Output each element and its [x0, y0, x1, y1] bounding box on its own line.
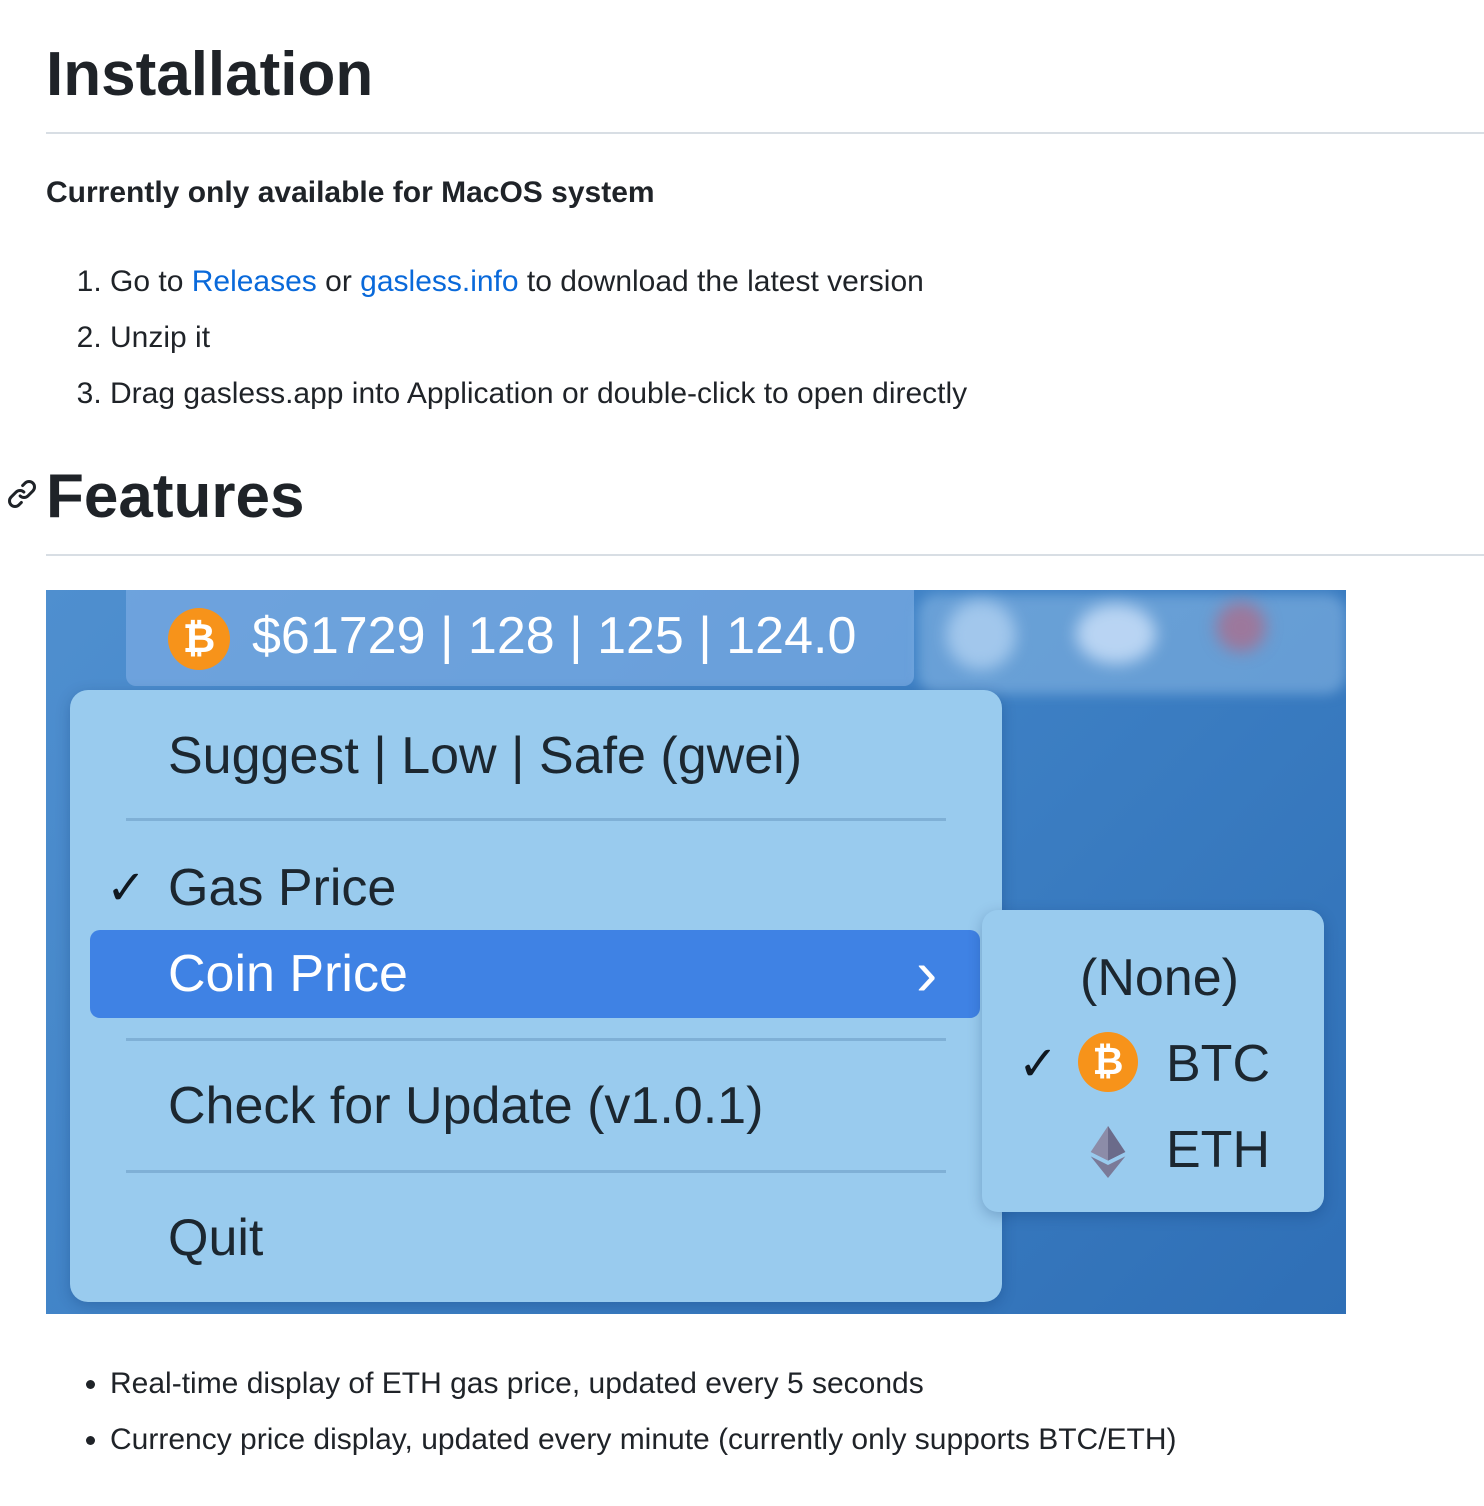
- blurred-icon: [1216, 602, 1266, 652]
- menu-item-coin-price[interactable]: Coin Price: [168, 944, 408, 1004]
- bitcoin-icon: ₿: [1078, 1032, 1138, 1092]
- features-heading: Features: [46, 462, 305, 531]
- menu-item-check-update[interactable]: Check for Update (v1.0.1): [168, 1076, 763, 1136]
- step-text: Go to: [110, 265, 192, 298]
- submenu-item-eth[interactable]: ETH: [1166, 1120, 1270, 1180]
- menu-separator: [126, 1038, 946, 1041]
- heading-divider: [46, 132, 1484, 134]
- checkmark-icon: ✓: [106, 862, 147, 915]
- menu-item-quit[interactable]: Quit: [168, 1208, 263, 1268]
- menubar-price-text: $61729 | 128 | 125 | 124.0: [252, 607, 857, 665]
- features-list: Real-time display of ETH gas price, upda…: [0, 1356, 1177, 1468]
- list-item: Currency price display, updated every mi…: [110, 1412, 1177, 1468]
- chevron-right-icon: ›: [916, 937, 938, 1009]
- blurred-icon: [946, 600, 1016, 670]
- blurred-icon: [1076, 604, 1156, 664]
- checkmark-icon: ✓: [1018, 1038, 1059, 1091]
- menu-separator: [126, 1170, 946, 1173]
- ethereum-icon: [1090, 1126, 1126, 1178]
- submenu-item-none[interactable]: (None): [1080, 948, 1239, 1008]
- list-item: Drag gasless.app into Application or dou…: [110, 366, 967, 422]
- releases-link[interactable]: Releases: [192, 265, 317, 298]
- availability-note: Currently only available for MacOS syste…: [46, 176, 655, 209]
- installation-steps: Go to Releases or gasless.info to downlo…: [0, 254, 967, 422]
- list-item: Go to Releases or gasless.info to downlo…: [110, 254, 967, 310]
- bitcoin-icon: ₿: [168, 608, 230, 670]
- menu-separator: [126, 818, 946, 821]
- list-item: Unzip it: [110, 310, 967, 366]
- app-screenshot: ₿ $61729 | 128 | 125 | 124.0 Suggest | L…: [46, 590, 1346, 1314]
- installation-heading: Installation: [46, 40, 374, 109]
- list-item: Real-time display of ETH gas price, upda…: [110, 1356, 1177, 1412]
- gasless-info-link[interactable]: gasless.info: [360, 265, 518, 298]
- submenu-item-btc[interactable]: BTC: [1166, 1034, 1270, 1094]
- dropdown-menu: Suggest | Low | Safe (gwei) ✓ Gas Price …: [70, 690, 1002, 1302]
- step-text: to download the latest version: [518, 265, 924, 298]
- menu-header: Suggest | Low | Safe (gwei): [168, 727, 803, 785]
- link-anchor-icon[interactable]: [6, 478, 38, 510]
- menu-item-gas-price[interactable]: Gas Price: [168, 858, 396, 918]
- heading-divider: [46, 554, 1484, 556]
- coin-submenu: (None) ✓ ₿ BTC ETH: [982, 910, 1324, 1212]
- step-text: or: [316, 265, 361, 298]
